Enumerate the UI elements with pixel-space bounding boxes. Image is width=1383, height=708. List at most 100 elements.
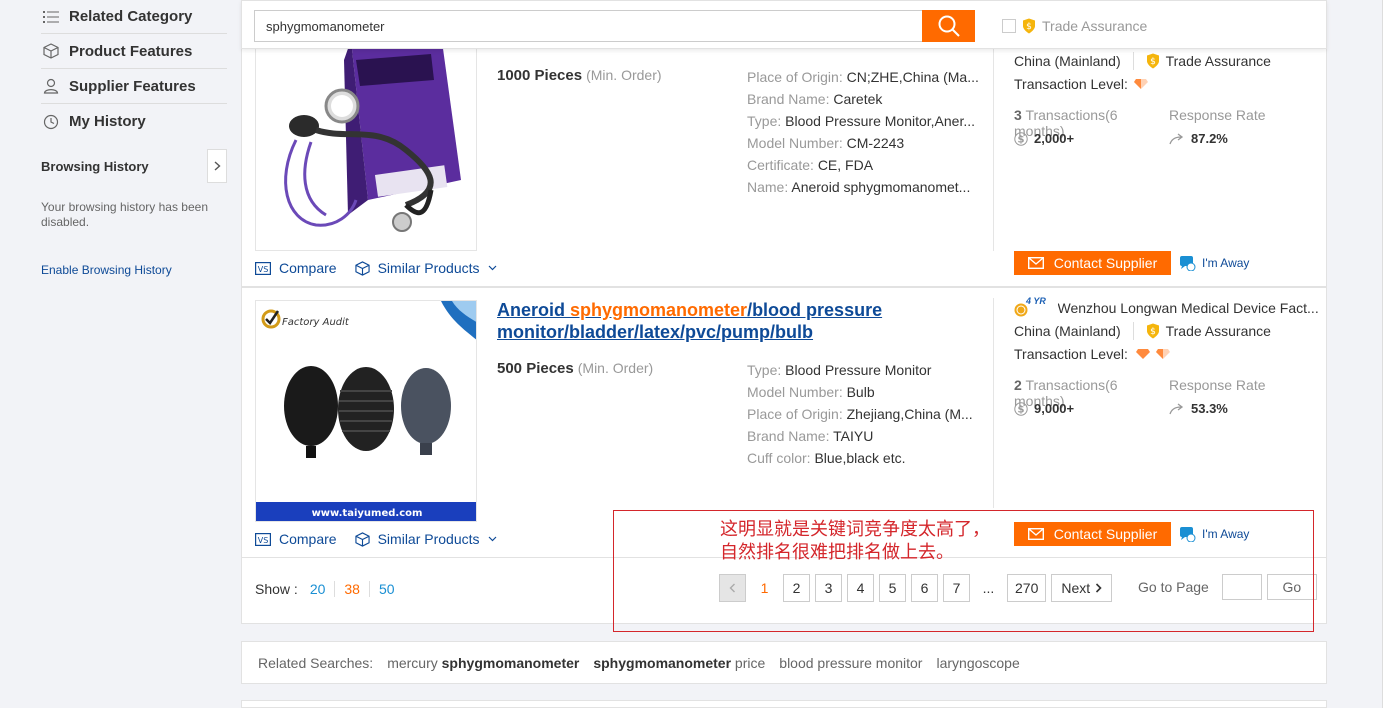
supplier-country: China (Mainland) [1014, 322, 1121, 339]
trade-assurance-badge[interactable]: $ Trade Assurance [1146, 323, 1271, 339]
transactions-value: 9,000+ [1034, 401, 1075, 416]
compare-link[interactable]: VS Compare [255, 260, 337, 276]
related-search-link[interactable]: mercury sphygmomanometer [387, 655, 579, 671]
attribute-value: CM-2243 [846, 135, 905, 151]
similar-products-label: Similar Products [377, 260, 480, 276]
response-rate-stat: Response Rate 87.2% [1169, 107, 1324, 149]
sidebar-item-label: My History [69, 113, 146, 130]
sidebar-item-label: Supplier Features [69, 77, 196, 95]
response-rate-label: Response Rate [1169, 377, 1266, 393]
attribute-row: Place of Origin: Zhejiang,China (M... [747, 405, 979, 427]
moq-label: (Min. Order) [577, 360, 654, 376]
response-rate-stat: Response Rate 53.3% [1169, 377, 1324, 419]
supplier-stats: 3 Transactions(6 months) $ 2,000+ Respon… [1014, 107, 1324, 149]
page-size-option[interactable]: 20 [298, 581, 335, 597]
related-search-link[interactable]: laryngoscope [936, 655, 1019, 671]
moq-label: (Min. Order) [586, 67, 662, 83]
transactions-stat: 2 Transactions(6 months) $ 9,000+ [1014, 377, 1169, 419]
dollar-icon: $ [1014, 131, 1028, 146]
attribute-row: Brand Name: Caretek [747, 90, 979, 112]
diamond-half-icon [1133, 78, 1148, 89]
supplier-years: 4 YR [1026, 295, 1046, 306]
page-size-selector: Show : 20 38 50 [255, 581, 404, 597]
related-search-link[interactable]: sphygmomanometer price [593, 655, 765, 671]
compare-link[interactable]: VS Compare [255, 531, 337, 547]
svg-text:$: $ [1150, 327, 1156, 337]
svg-text:$: $ [1026, 22, 1032, 32]
related-text: laryngoscope [936, 654, 1020, 671]
chevron-down-icon [488, 536, 496, 542]
product-image[interactable] [255, 29, 477, 251]
supplier-location-row: China (Mainland) $ Trade Assurance [1014, 49, 1324, 72]
min-order: 1000 Pieces (Min. Order) [497, 67, 662, 84]
attribute-key: Model Number: [747, 135, 843, 151]
sidebar-item-supplier-features[interactable]: Supplier Features [41, 69, 227, 104]
trade-assurance-filter[interactable]: $ Trade Assurance [1002, 18, 1147, 34]
page-size-option-selected[interactable]: 38 [334, 581, 369, 597]
attribute-value: CN;ZHE,China (Ma... [846, 69, 979, 85]
product-title-link[interactable]: Aneroid sphygmomanometer/blood pressure … [497, 299, 917, 343]
chevron-right-icon [214, 161, 221, 171]
enable-browsing-history-link[interactable]: Enable Browsing History [41, 263, 227, 277]
product-actions: VS Compare Similar Products [255, 531, 497, 547]
attribute-value: Blood Pressure Monitor,Aner... [785, 113, 976, 129]
title-keyword: sphygmomanometer [570, 300, 748, 320]
product-image[interactable]: Factory Audit www.taiyumed.com [255, 300, 477, 522]
contact-supplier-button[interactable]: Contact Supplier [1014, 251, 1171, 275]
attribute-row: Name: Aneroid sphygmomanomet... [747, 178, 979, 200]
annotation-box: 这明显就是关键词竞争度太高了， 自然排名很难把排名做上去。 [613, 510, 1314, 632]
moq-quantity: 500 Pieces [497, 360, 574, 377]
transaction-level-label: Transaction Level: [1014, 345, 1128, 362]
attribute-row: Model Number: Bulb [747, 383, 979, 405]
page-size-option[interactable]: 50 [368, 581, 404, 597]
shield-icon: $ [1023, 18, 1035, 34]
sidebar-item-product-features[interactable]: Product Features [41, 34, 227, 69]
divider [993, 41, 994, 251]
separator [1132, 51, 1134, 70]
expand-button[interactable] [207, 149, 227, 183]
similar-products-label: Similar Products [377, 531, 480, 547]
svg-text:$: $ [1018, 134, 1025, 145]
transaction-level-row: Transaction Level: [1014, 342, 1324, 365]
search-icon [938, 15, 960, 37]
reply-arrow-icon [1169, 132, 1184, 144]
related-search-link[interactable]: blood pressure monitor [779, 655, 922, 671]
chat-status[interactable]: I'm Away [1178, 255, 1249, 271]
diamond-half-icon [1155, 348, 1170, 359]
transactions-stat: 3 Transactions(6 months) $ 2,000+ [1014, 107, 1169, 149]
svg-text:VS: VS [258, 265, 269, 274]
related-keyword: sphygmomanometer [441, 654, 580, 671]
attribute-value: Bulb [846, 384, 875, 400]
shield-icon: $ [1146, 323, 1159, 338]
supplier-location-row: China (Mainland) $ Trade Assurance [1014, 319, 1324, 342]
contact-supplier-label: Contact Supplier [1053, 255, 1158, 271]
similar-products-link[interactable]: Similar Products [354, 260, 497, 276]
attribute-key: Brand Name: [747, 91, 830, 107]
transactions-value: 2,000+ [1034, 131, 1075, 146]
factory-audit-text: Factory Audit [282, 317, 350, 328]
transaction-level-label: Transaction Level: [1014, 75, 1128, 92]
supplier-name-link[interactable]: Wenzhou Longwan Medical Device Fact... [1058, 300, 1325, 316]
transactions-value-row: $ 2,000+ [1014, 128, 1169, 149]
chat-icon [1180, 256, 1196, 271]
search-button[interactable] [922, 10, 975, 42]
related-searches-label: Related Searches: [258, 654, 374, 671]
shield-icon: $ [1146, 53, 1159, 68]
box-icon [41, 43, 69, 59]
supplier-country: China (Mainland) [1014, 52, 1121, 69]
sidebar-item-related-category[interactable]: Related Category [41, 0, 227, 34]
response-rate-value: 87.2% [1191, 131, 1228, 146]
attribute-row: Certificate: CE, FDA [747, 156, 979, 178]
search-input[interactable] [254, 10, 923, 42]
attribute-row: Cuff color: Blue,black etc. [747, 449, 979, 471]
attribute-key: Certificate: [747, 157, 814, 173]
trade-assurance-checkbox[interactable] [1002, 19, 1016, 33]
chevron-down-icon [488, 265, 496, 271]
product-actions: VS Compare Similar Products [255, 260, 497, 276]
related-searches: Related Searches: mercury sphygmomanomet… [241, 641, 1327, 684]
history-icon [41, 114, 69, 130]
attribute-value: Zhejiang,China (M... [846, 406, 973, 422]
sidebar-item-my-history[interactable]: My History [41, 104, 227, 139]
similar-products-link[interactable]: Similar Products [354, 531, 497, 547]
trade-assurance-badge[interactable]: $ Trade Assurance [1146, 53, 1271, 69]
